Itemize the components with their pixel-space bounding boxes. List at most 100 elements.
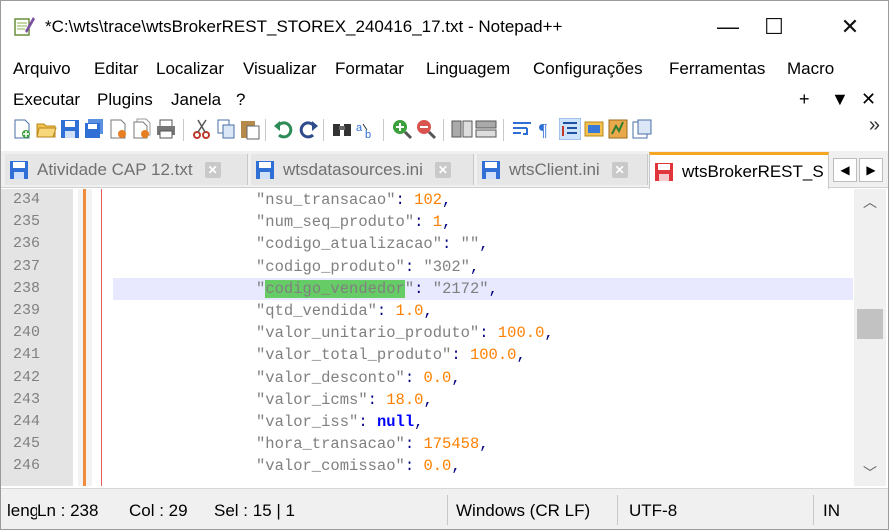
status-encoding[interactable]: UTF-8 [629, 501, 677, 521]
print-icon[interactable] [155, 118, 177, 140]
toolbar-separator [183, 119, 184, 141]
menu-editar[interactable]: Editar [94, 59, 138, 79]
code-line: "qtd_vendida": 1.0, [256, 302, 433, 320]
toolbar-separator [323, 119, 324, 141]
colon: : [414, 213, 433, 232]
status-language: leng [7, 501, 37, 520]
change-history-marker [83, 189, 86, 486]
add-tab-button[interactable]: + [799, 89, 810, 110]
json-value: 100.0 [469, 346, 517, 365]
menu-plugins[interactable]: Plugins [97, 90, 153, 110]
replace-icon[interactable]: ab [355, 118, 377, 140]
json-key: "valor_icms" [256, 390, 368, 409]
tab-wtsclient[interactable]: wtsClient.ini ✕ [477, 154, 648, 185]
code-line: "codigo_vendedor": "2172", [256, 279, 498, 298]
menu-configuracoes[interactable]: Configurações [533, 59, 643, 79]
find-icon[interactable] [331, 118, 353, 140]
colon: : [404, 257, 424, 276]
code-line: "codigo_atualizacao": "", [256, 235, 489, 253]
toolbar-overflow-button[interactable]: » [869, 114, 880, 137]
menu-macro[interactable]: Macro [787, 59, 834, 79]
svg-text:a: a [356, 122, 363, 134]
show-all-chars-icon[interactable]: ¶ [535, 118, 557, 140]
tab-label: wtsdatasources.ini [283, 159, 423, 179]
svg-text:¶: ¶ [539, 120, 547, 140]
doc-map-icon[interactable] [583, 118, 605, 140]
scroll-up-icon[interactable]: ︿ [854, 189, 886, 215]
toolbar-separator [383, 119, 384, 141]
redo-icon[interactable] [297, 118, 319, 140]
folder-workspace-icon[interactable] [631, 118, 653, 140]
status-separator [447, 495, 448, 525]
copy-icon[interactable] [215, 118, 237, 140]
undo-icon[interactable] [273, 118, 295, 140]
window-title: *C:\wts\trace\wtsBrokerREST_STOREX_24041… [45, 17, 563, 36]
menu-formatar[interactable]: Formatar [335, 59, 404, 79]
json-value: 1 [432, 213, 443, 232]
paste-icon[interactable] [239, 118, 261, 140]
scroll-thumb[interactable] [857, 309, 883, 339]
menu-localizar[interactable]: Localizar [156, 59, 224, 79]
menu-executar[interactable]: Executar [13, 90, 80, 110]
close-window-button[interactable]: ✕ [827, 7, 873, 47]
unsaved-file-icon [655, 163, 673, 181]
toolbar: ab ¶ » [1, 113, 888, 147]
code-line: "num_seq_produto": 1, [256, 213, 451, 231]
comma: , [479, 435, 489, 454]
save-icon[interactable] [59, 118, 81, 140]
menu-arquivo[interactable]: Arquivo [13, 59, 71, 79]
code-line: "valor_desconto": 0.0, [256, 369, 461, 387]
tab-list-dropdown-icon[interactable]: ▼ [831, 89, 849, 110]
close-file-icon[interactable] [107, 118, 129, 140]
open-file-icon[interactable] [35, 118, 57, 140]
indent-guide-icon[interactable] [559, 118, 581, 140]
tab-wtsdatasources[interactable]: wtsdatasources.ini ✕ [251, 154, 474, 185]
menu-visualizar[interactable]: Visualizar [243, 59, 316, 79]
line-number: 237 [13, 257, 41, 275]
zoom-in-icon[interactable] [391, 118, 413, 140]
menu-ferramentas[interactable]: Ferramentas [669, 59, 765, 79]
vertical-scrollbar[interactable]: ︿ ﹀ [854, 189, 886, 486]
comma: , [451, 368, 461, 387]
function-list-icon[interactable] [607, 118, 629, 140]
menu-help[interactable]: ? [236, 90, 245, 110]
close-doc-icon[interactable]: ✕ [861, 89, 876, 110]
tab-scroll-right-button[interactable]: ▶ [859, 158, 883, 182]
status-eol[interactable]: Windows (CR LF) [456, 501, 590, 521]
json-key: "valor_comissao" [256, 457, 405, 476]
close-tab-icon[interactable]: ✕ [611, 161, 628, 178]
tab-scroll-left-button[interactable]: ◀ [833, 158, 857, 182]
line-number: 246 [13, 457, 41, 475]
comma: , [414, 413, 424, 431]
sync-vertical-icon[interactable] [451, 118, 473, 140]
line-number: 240 [13, 324, 41, 342]
menu-linguagem[interactable]: Linguagem [426, 59, 510, 79]
tab-atividade-cap[interactable]: Atividade CAP 12.txt ✕ [5, 154, 248, 185]
new-file-icon[interactable] [11, 118, 33, 140]
colon: : [479, 324, 498, 343]
zoom-out-icon[interactable] [415, 118, 437, 140]
editor-area[interactable]: 234 235 236 237 238 239 240 241 242 243 244 245 246 … [1, 189, 888, 486]
toolbar-separator [503, 119, 504, 141]
menu-janela[interactable]: Janela [171, 90, 221, 110]
close-all-icon[interactable] [131, 118, 153, 140]
close-tab-icon[interactable]: ✕ [204, 161, 221, 178]
tab-wtsbrokerrest[interactable]: wtsBrokerREST_S [649, 152, 829, 189]
minimize-button[interactable]: — [705, 7, 751, 47]
json-value: 1.0 [395, 302, 424, 320]
save-all-icon[interactable] [83, 118, 105, 140]
scroll-down-icon[interactable]: ﹀ [854, 460, 886, 486]
cut-icon[interactable] [191, 118, 213, 140]
minimize-icon: — [717, 14, 739, 39]
colon: : [404, 457, 424, 476]
colon: : [376, 302, 396, 320]
line-number: 234 [13, 191, 41, 208]
line-number-gutter: 234 235 236 237 238 239 240 241 242 243 244 245 246 [1, 189, 73, 486]
word-wrap-icon[interactable] [511, 118, 533, 140]
colon: : [404, 435, 424, 454]
sync-horizontal-icon[interactable] [475, 118, 497, 140]
json-key: "num_seq_produto" [256, 213, 415, 232]
maximize-button[interactable]: ☐ [751, 7, 797, 47]
code-line: "valor_unitario_produto": 100.0, [256, 324, 554, 342]
close-tab-icon[interactable]: ✕ [434, 161, 451, 178]
